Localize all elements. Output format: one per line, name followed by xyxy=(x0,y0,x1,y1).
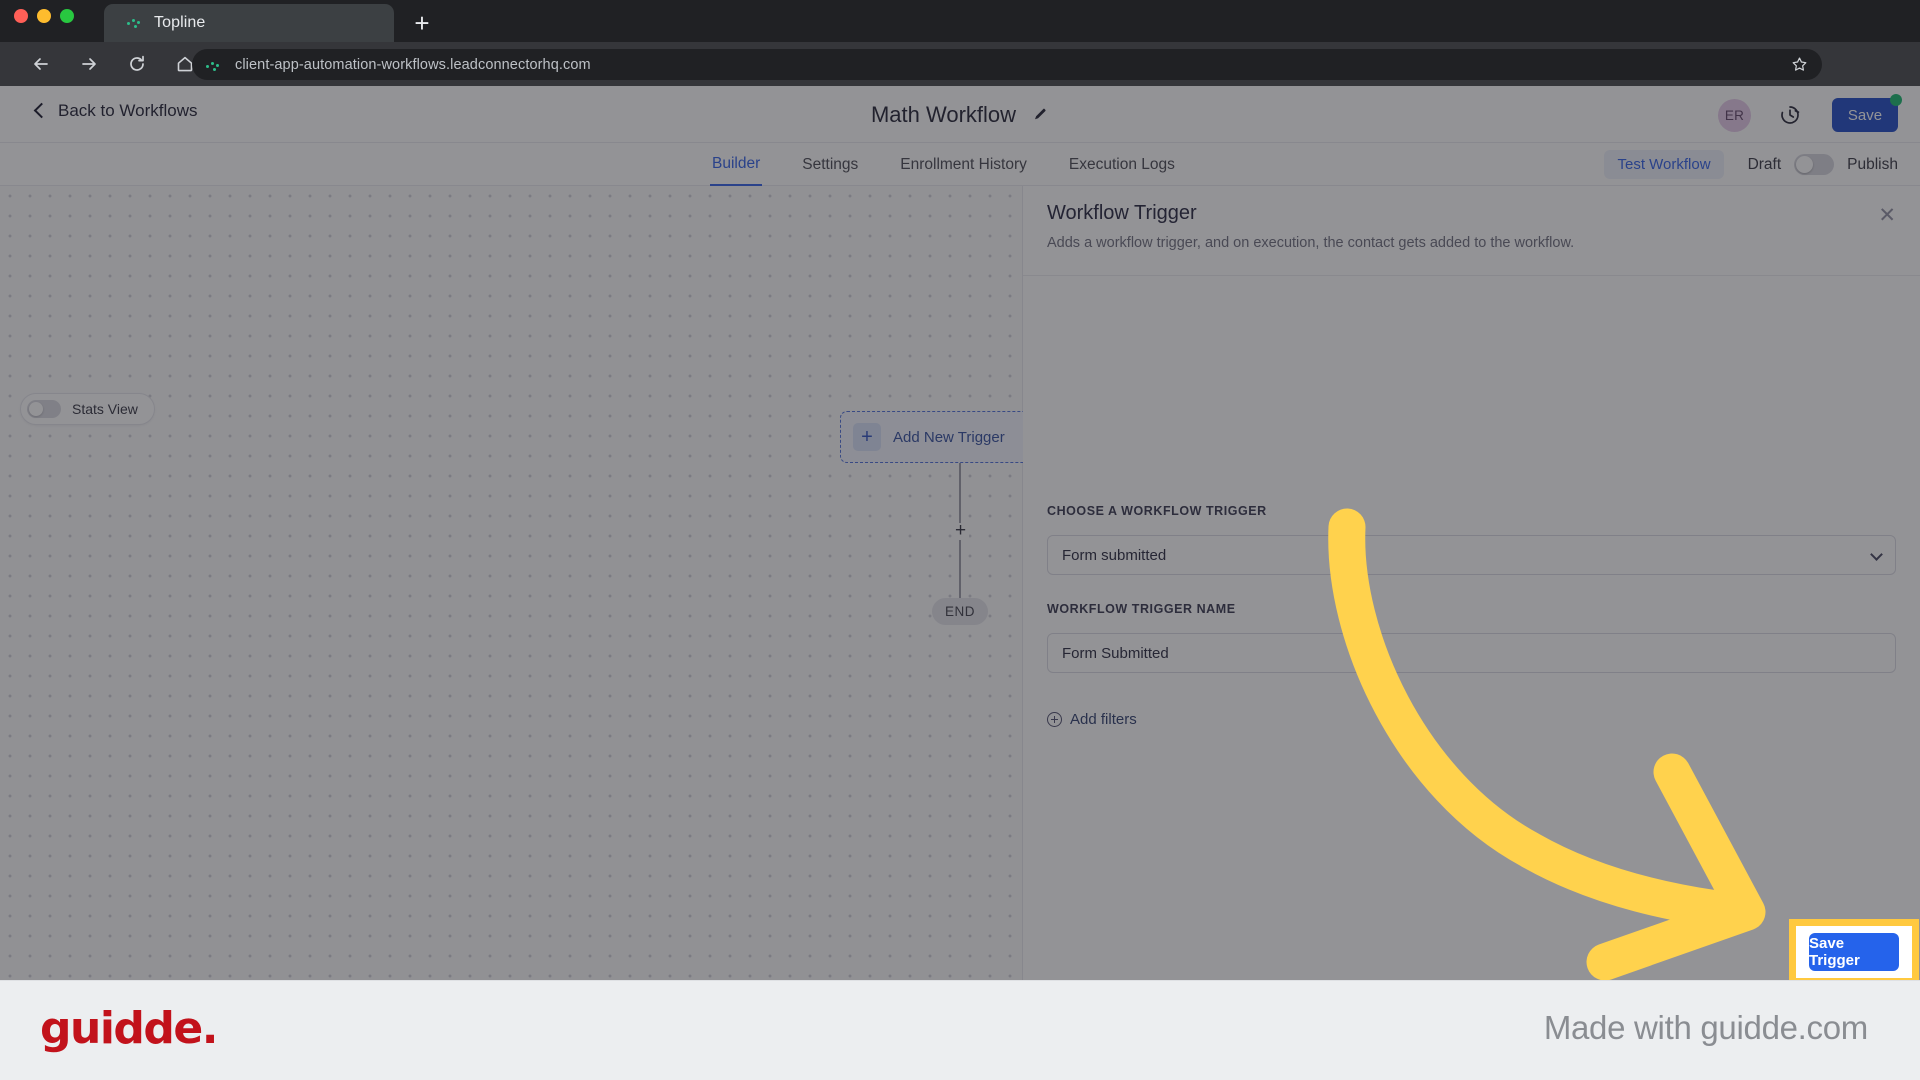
browser-toolbar: client-app-automation-workflows.leadconn… xyxy=(0,42,1920,111)
choose-trigger-value: Form submitted xyxy=(1062,546,1167,564)
save-button[interactable]: Save xyxy=(1832,94,1902,132)
browser-chrome: Topline + client-app-automation-workflow… xyxy=(0,0,1920,111)
window-traffic-lights xyxy=(14,9,74,23)
panel-header: Workflow Trigger Adds a workflow trigger… xyxy=(1023,186,1920,276)
application-window: Back to Workflows Math Workflow ER Save … xyxy=(0,86,1920,980)
back-to-workflows-label: Back to Workflows xyxy=(58,101,198,120)
unsaved-changes-indicator xyxy=(1890,94,1902,106)
draft-label: Draft xyxy=(1747,155,1782,173)
panel-title: Workflow Trigger xyxy=(1047,202,1197,224)
sparkle-icon xyxy=(126,15,143,32)
add-new-trigger-node[interactable]: + Add New Trigger xyxy=(840,411,1030,463)
browser-tab[interactable]: Topline xyxy=(104,4,394,42)
address-bar-url: client-app-automation-workflows.leadconn… xyxy=(235,56,591,73)
publish-toggle[interactable] xyxy=(1794,154,1835,175)
stats-view-toggle[interactable]: Stats View xyxy=(20,393,155,425)
save-button-label: Save xyxy=(1847,106,1883,124)
pencil-icon[interactable] xyxy=(1032,106,1049,123)
avatar[interactable]: ER xyxy=(1718,99,1751,132)
tab-bar-right-controls: Test Workflow Draft Publish xyxy=(1604,143,1898,186)
browser-tabstrip: Topline + xyxy=(0,0,1920,42)
tab-list: Builder Settings Enrollment History Exec… xyxy=(710,143,1177,186)
trigger-name-label: WORKFLOW TRIGGER NAME xyxy=(1047,602,1236,616)
guidde-footer: guidde. Made with guidde.com xyxy=(0,980,1920,1080)
tab-enrollment-history[interactable]: Enrollment History xyxy=(898,143,1029,186)
page-title: Math Workflow xyxy=(870,101,1017,127)
circle-plus-icon xyxy=(1047,712,1062,727)
close-window-button[interactable] xyxy=(14,9,28,23)
star-icon[interactable] xyxy=(1791,56,1808,78)
new-tab-button[interactable]: + xyxy=(404,6,440,39)
trigger-name-value: Form Submitted xyxy=(1062,644,1169,662)
end-node: END xyxy=(932,598,988,625)
chevron-down-icon xyxy=(1870,548,1883,561)
browser-tab-title: Topline xyxy=(154,14,206,31)
minimize-window-button[interactable] xyxy=(37,9,51,23)
tab-builder[interactable]: Builder xyxy=(710,143,763,186)
reload-icon[interactable] xyxy=(118,45,156,83)
toggle-knob xyxy=(29,402,43,416)
panel-subtitle: Adds a workflow trigger, and on executio… xyxy=(1047,235,1575,251)
tab-settings[interactable]: Settings xyxy=(800,143,860,186)
draft-publish-toggle-group: Draft Publish xyxy=(1748,154,1898,175)
add-step-plus-icon[interactable]: + xyxy=(952,521,969,540)
tab-bar: Builder Settings Enrollment History Exec… xyxy=(0,143,1920,186)
guidde-logo: guidde. xyxy=(40,1003,218,1054)
add-filters-link[interactable]: Add filters xyxy=(1047,711,1137,728)
test-workflow-button[interactable]: Test Workflow xyxy=(1604,150,1724,179)
choose-trigger-label: CHOOSE A WORKFLOW TRIGGER xyxy=(1047,504,1267,518)
stats-view-switch[interactable] xyxy=(27,400,61,418)
back-arrow-icon[interactable] xyxy=(22,45,60,83)
tab-execution-logs[interactable]: Execution Logs xyxy=(1067,143,1177,186)
close-icon[interactable]: ✕ xyxy=(1878,205,1896,226)
made-with-guidde-text: Made with guidde.com xyxy=(1543,1009,1868,1046)
forward-arrow-icon[interactable] xyxy=(70,45,108,83)
toggle-knob xyxy=(1796,156,1814,173)
add-new-trigger-label: Add New Trigger xyxy=(893,428,1005,446)
trigger-name-input[interactable]: Form Submitted xyxy=(1047,633,1896,673)
choose-trigger-select[interactable]: Form submitted xyxy=(1047,535,1896,575)
back-to-workflows-link[interactable]: Back to Workflows xyxy=(33,101,198,121)
site-favicon-icon xyxy=(206,58,223,72)
workflow-title-group: Math Workflow xyxy=(0,86,1920,143)
clock-history-icon[interactable] xyxy=(1778,103,1802,132)
plus-icon: + xyxy=(853,423,881,451)
address-bar[interactable]: client-app-automation-workflows.leadconn… xyxy=(192,49,1822,80)
workflow-trigger-panel: Workflow Trigger Adds a workflow trigger… xyxy=(1023,186,1920,980)
chevron-left-icon xyxy=(33,102,50,119)
stats-view-label: Stats View xyxy=(72,401,138,417)
publish-label: Publish xyxy=(1847,155,1898,173)
add-filters-label: Add filters xyxy=(1070,711,1137,728)
workflow-canvas[interactable]: Stats View + Add New Trigger + END xyxy=(0,186,1030,980)
maximize-window-button[interactable] xyxy=(60,9,74,23)
app-header: Back to Workflows Math Workflow ER Save xyxy=(0,86,1920,143)
